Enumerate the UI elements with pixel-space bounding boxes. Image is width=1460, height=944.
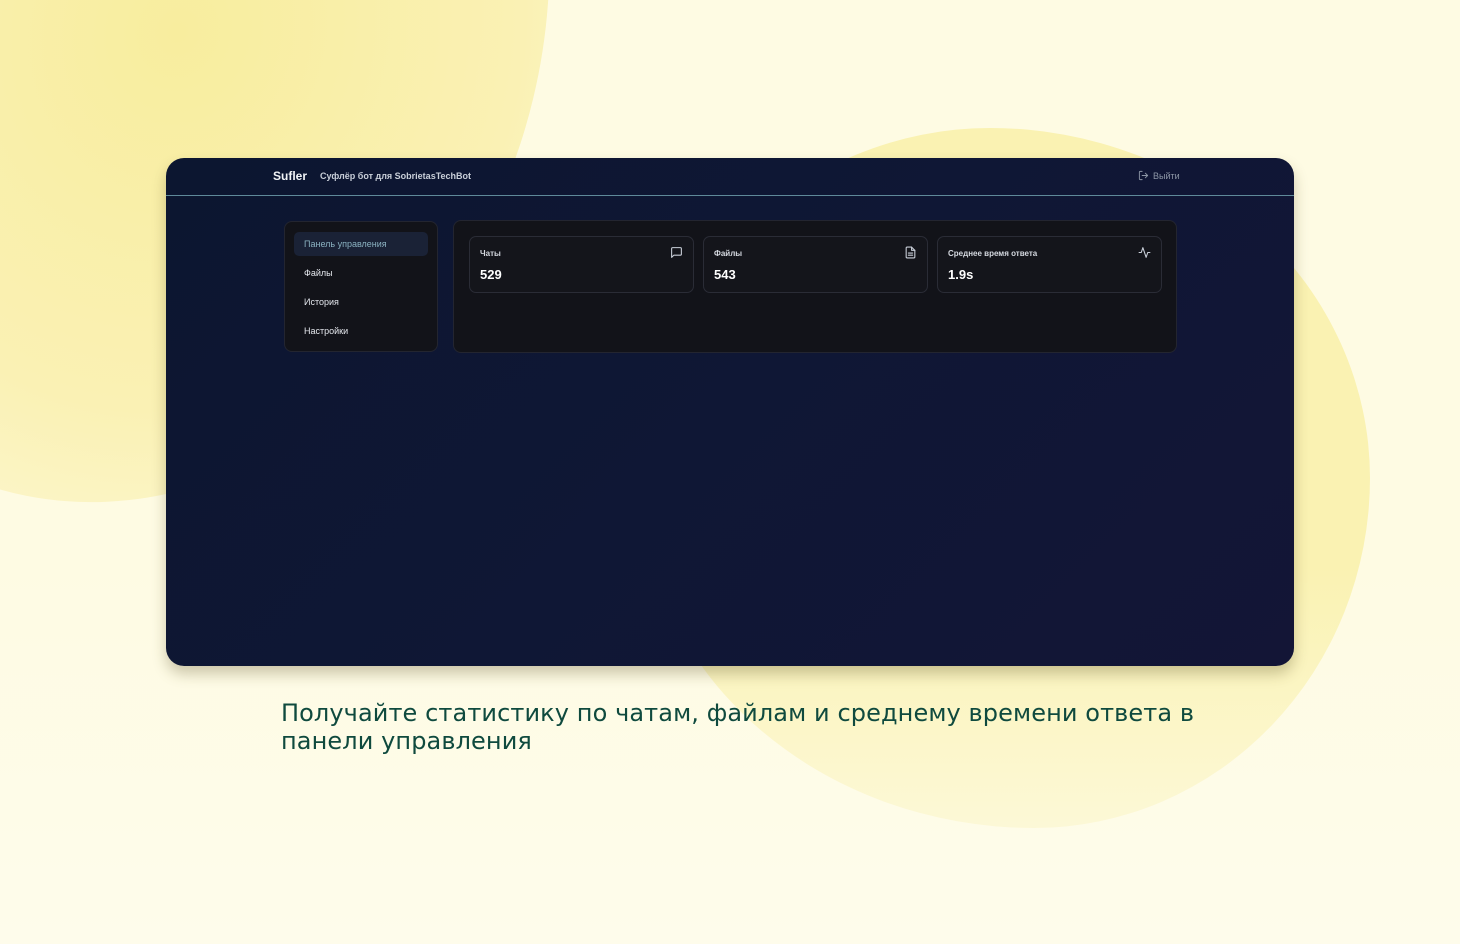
brand-logo[interactable]: Sufler bbox=[273, 169, 307, 183]
chat-icon bbox=[670, 246, 683, 259]
activity-icon bbox=[1138, 246, 1151, 259]
stat-value: 543 bbox=[714, 267, 736, 282]
stat-label: Чаты bbox=[480, 249, 501, 258]
stat-label: Среднее время ответа bbox=[948, 249, 1038, 258]
logout-button[interactable]: Выйти bbox=[1138, 170, 1180, 181]
sidebar-item-files[interactable]: Файлы bbox=[294, 261, 428, 285]
stat-card-chats: Чаты 529 bbox=[469, 236, 694, 293]
sidebar-nav: Панель управления Файлы История Настройк… bbox=[284, 221, 438, 352]
header-subtitle: Суфлёр бот для SobrietasTechBot bbox=[320, 171, 472, 181]
top-bar: Sufler Суфлёр бот для SobrietasTechBot В… bbox=[166, 158, 1294, 196]
logout-icon bbox=[1138, 170, 1149, 181]
sidebar-item-settings[interactable]: Настройки bbox=[294, 319, 428, 343]
stat-value: 1.9s bbox=[948, 267, 974, 282]
file-icon bbox=[904, 246, 917, 259]
dashboard-panel: Чаты 529 Файлы 543 Среднее время ответа … bbox=[453, 220, 1177, 353]
stat-value: 529 bbox=[480, 267, 502, 282]
stat-card-avg-response: Среднее время ответа 1.9s bbox=[937, 236, 1162, 293]
app-window: Sufler Суфлёр бот для SobrietasTechBot В… bbox=[166, 158, 1294, 666]
feature-caption: Получайте статистику по чатам, файлам и … bbox=[281, 699, 1195, 755]
stat-label: Файлы bbox=[714, 249, 743, 258]
sidebar-item-history[interactable]: История bbox=[294, 290, 428, 314]
logout-label: Выйти bbox=[1153, 170, 1180, 181]
stat-card-files: Файлы 543 bbox=[703, 236, 928, 293]
sidebar-item-dashboard[interactable]: Панель управления bbox=[294, 232, 428, 256]
